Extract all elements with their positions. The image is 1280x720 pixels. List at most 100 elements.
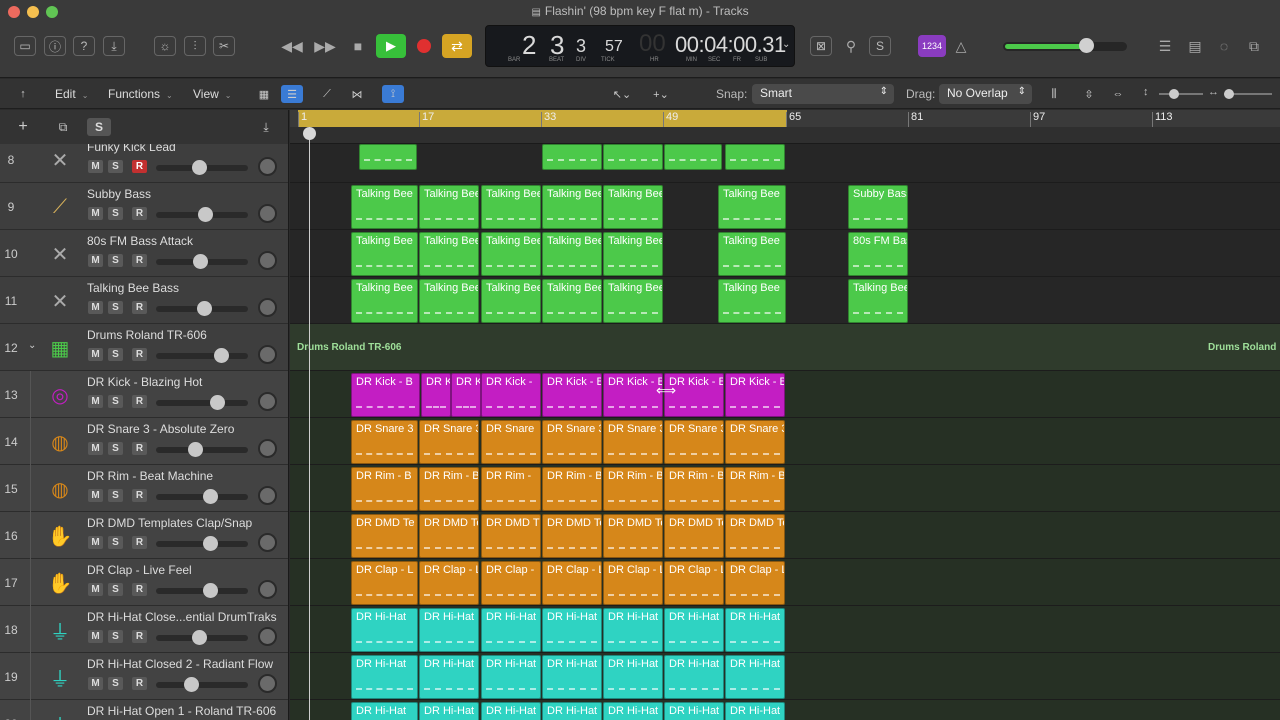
waveform-zoom-icon[interactable]: ⫼ bbox=[1043, 85, 1065, 103]
region[interactable]: DR Hi-Hat bbox=[542, 702, 602, 720]
track-lane[interactable]: DR Hi-Hat DR Hi-Hat DR Hi-Hat DR Hi-Hat DR H… bbox=[290, 653, 1280, 700]
smart-controls-icon[interactable]: ☼ bbox=[154, 36, 176, 56]
notepad-icon[interactable]: ▤ bbox=[1184, 36, 1206, 56]
region[interactable]: Talking Bee bbox=[603, 279, 663, 323]
track-header[interactable]: 12 ⌄ ▦ Drums Roland TR-606 M S R bbox=[0, 324, 288, 371]
track-header[interactable]: 11 ✕ Talking Bee Bass M S R bbox=[0, 277, 288, 324]
region[interactable]: DR Hi-Hat bbox=[481, 608, 541, 652]
track-name[interactable]: DR Hi-Hat Close...ential DrumTraks bbox=[87, 610, 277, 624]
track-name[interactable]: DR Rim - Beat Machine bbox=[87, 469, 213, 483]
track-header[interactable]: 9 ⟋ Subby Bass M S R bbox=[0, 183, 288, 230]
drag-dropdown[interactable]: No Overlap ⇕ bbox=[939, 84, 1032, 104]
record-enable-button[interactable]: R bbox=[132, 677, 147, 690]
region[interactable]: DR Kick - Bl bbox=[542, 373, 602, 417]
global-solo-button[interactable]: S bbox=[87, 118, 111, 136]
vertical-autozoom-icon[interactable]: ⇳ bbox=[1078, 85, 1100, 103]
mixer-icon[interactable]: ⫶ bbox=[184, 36, 206, 56]
master-volume-slider[interactable] bbox=[1003, 38, 1127, 53]
region[interactable] bbox=[725, 144, 785, 170]
region[interactable]: DR DMD Te bbox=[725, 514, 785, 558]
arrange-area[interactable]: Talking Bee Talking Bee Talking Bee Talking… bbox=[290, 144, 1280, 720]
volume-slider[interactable] bbox=[156, 442, 248, 457]
region[interactable] bbox=[603, 144, 663, 170]
region[interactable]: DR Clap - Li bbox=[419, 561, 479, 605]
region[interactable]: Talking Bee bbox=[419, 185, 479, 229]
region[interactable]: DR Hi-Hat bbox=[351, 702, 418, 720]
cycle-region[interactable] bbox=[298, 110, 787, 127]
region[interactable]: DR Rim - B bbox=[351, 467, 418, 511]
volume-knob[interactable] bbox=[197, 301, 212, 316]
region[interactable]: DR Rim - bbox=[481, 467, 541, 511]
region[interactable]: DR Rim - B bbox=[542, 467, 602, 511]
solo-button[interactable]: S bbox=[108, 630, 123, 643]
volume-knob[interactable] bbox=[214, 348, 229, 363]
track-lane[interactable]: Talking Bee Talking Bee Talking Bee Talking… bbox=[290, 183, 1280, 230]
add-track-button[interactable]: + bbox=[12, 118, 34, 136]
region[interactable]: Talking Bee bbox=[718, 232, 786, 276]
mute-button[interactable]: M bbox=[88, 207, 103, 220]
volume-knob[interactable] bbox=[210, 395, 225, 410]
region[interactable]: DR Snare 3 bbox=[725, 420, 785, 464]
pan-knob[interactable] bbox=[258, 533, 277, 552]
region[interactable] bbox=[359, 144, 417, 170]
track-lane[interactable]: Drums Roland TR-606 Drums Roland bbox=[290, 324, 1280, 371]
region[interactable]: DR Clap - L bbox=[351, 561, 418, 605]
region[interactable]: DR Hi-Hat bbox=[481, 655, 541, 699]
lcd-display[interactable]: 2 3 3 57 00 00:04:00.31 BAR BEAT DIV TIC… bbox=[485, 25, 795, 67]
pan-knob[interactable] bbox=[258, 580, 277, 599]
region[interactable]: Talking Bee bbox=[848, 279, 908, 323]
region[interactable]: DR Kick - Bl bbox=[725, 373, 785, 417]
region[interactable]: DR DMD T bbox=[481, 514, 541, 558]
volume-knob[interactable] bbox=[203, 583, 218, 598]
pan-knob[interactable] bbox=[258, 486, 277, 505]
region[interactable]: Talking Bee bbox=[481, 232, 541, 276]
pan-knob[interactable] bbox=[258, 674, 277, 693]
solo-button[interactable]: S bbox=[108, 395, 123, 408]
region[interactable]: Talking Bee bbox=[718, 279, 786, 323]
region[interactable]: DR Snare 3 bbox=[603, 420, 663, 464]
region[interactable]: DR K bbox=[421, 373, 451, 417]
horizontal-zoom-knob[interactable] bbox=[1224, 89, 1234, 99]
lcd-chevron-icon[interactable]: ⌄ bbox=[782, 39, 790, 50]
region[interactable]: DR Snare bbox=[481, 420, 541, 464]
list-editors-icon[interactable]: ☰ bbox=[1154, 36, 1176, 56]
region[interactable]: Talking Bee bbox=[481, 279, 541, 323]
solo-mode-icon[interactable]: S bbox=[869, 36, 891, 56]
region[interactable]: Talking Bee bbox=[603, 185, 663, 229]
solo-button[interactable]: S bbox=[108, 442, 123, 455]
pan-knob[interactable] bbox=[258, 627, 277, 646]
track-header[interactable]: 20⏚DR Hi-Hat Open 1 - Roland TR-606MSR bbox=[0, 700, 288, 720]
volume-slider[interactable] bbox=[156, 348, 248, 363]
track-lane[interactable]: DR Hi-Hat DR Hi-Hat DR Hi-Hat DR Hi-Hat DR H… bbox=[290, 700, 1280, 720]
region[interactable]: DR K bbox=[451, 373, 481, 417]
mute-button[interactable]: M bbox=[88, 395, 103, 408]
region[interactable]: DR DMD Te bbox=[664, 514, 724, 558]
region[interactable]: DR DMD Te bbox=[351, 514, 418, 558]
volume-knob[interactable] bbox=[192, 160, 207, 175]
track-name[interactable]: DR Hi-Hat Closed 2 - Radiant Flow bbox=[87, 657, 273, 671]
region[interactable]: DR Kick - bbox=[481, 373, 541, 417]
track-name[interactable]: DR Clap - Live Feel bbox=[87, 563, 192, 577]
region[interactable]: DR Hi-Hat bbox=[351, 655, 418, 699]
automation-icon[interactable]: ⟋ bbox=[316, 85, 338, 103]
catch-playhead-icon[interactable]: ⟟ bbox=[382, 85, 404, 103]
region[interactable]: DR Hi-Hat bbox=[419, 608, 479, 652]
region[interactable]: DR Hi-Hat bbox=[725, 702, 785, 720]
track-lane[interactable]: DR Snare 3 DR Snare 3 DR Snare DR Snare 3 DR… bbox=[290, 418, 1280, 465]
record-enable-button[interactable]: R bbox=[132, 207, 147, 220]
volume-slider[interactable] bbox=[156, 677, 248, 692]
track-name[interactable]: Talking Bee Bass bbox=[87, 281, 179, 295]
record-enable-button[interactable]: R bbox=[132, 254, 147, 267]
record-enable-button[interactable]: R bbox=[132, 160, 147, 173]
pointer-tool-icon[interactable]: ↖⌄ bbox=[607, 85, 637, 103]
volume-knob[interactable] bbox=[203, 489, 218, 504]
track-name[interactable]: DR DMD Templates Clap/Snap bbox=[87, 516, 252, 530]
track-lane[interactable]: Talking Bee Talking Bee Talking Bee Talking… bbox=[290, 230, 1280, 277]
stop-button[interactable]: ■ bbox=[347, 36, 369, 56]
track-header[interactable]: 16 ✋ DR DMD Templates Clap/Snap M S R bbox=[0, 512, 288, 559]
solo-button[interactable]: S bbox=[108, 583, 123, 596]
library-icon[interactable]: ▭ bbox=[14, 36, 36, 56]
record-enable-button[interactable]: R bbox=[132, 536, 147, 549]
region[interactable]: DR Clap - bbox=[481, 561, 541, 605]
region[interactable]: DR Kick - B bbox=[603, 373, 663, 417]
